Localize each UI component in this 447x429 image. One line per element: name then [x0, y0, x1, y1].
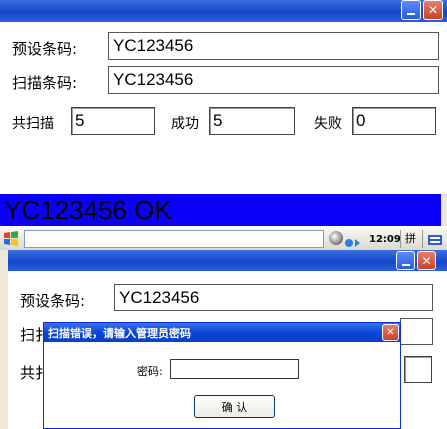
status-banner: YC123456 OK: [0, 194, 441, 226]
bottom-scan-field[interactable]: [400, 318, 433, 345]
scan-barcode-label: 扫描条码:: [12, 74, 78, 92]
password-input[interactable]: [170, 359, 299, 379]
tray-divider: [400, 230, 401, 248]
top-window-titlebar: [0, 0, 447, 22]
fail-label: 失败: [314, 116, 342, 132]
bottom-fail-field: [404, 356, 432, 383]
tray-divider-2: [422, 230, 423, 248]
keyboard-icon[interactable]: [427, 232, 443, 246]
network-icon: [329, 231, 343, 245]
windows-flag-icon[interactable]: [3, 231, 19, 246]
minimize-button[interactable]: [401, 0, 421, 20]
preset-barcode-field[interactable]: YC123456: [108, 32, 439, 60]
connection-icon: [345, 233, 361, 247]
clock: 12:09: [369, 233, 401, 245]
dialog-close-button[interactable]: ✕: [382, 324, 399, 341]
close-button[interactable]: ✕: [423, 0, 443, 20]
bottom-preset-label: 预设条码:: [20, 292, 86, 310]
ime-indicator[interactable]: 拼: [405, 231, 416, 245]
bottom-minimize-button[interactable]: [396, 251, 415, 270]
total-scanned-label: 共扫描: [12, 116, 54, 132]
dialog-title: 扫描错误，请输入管理员密码: [48, 326, 191, 340]
bottom-preset-field[interactable]: YC123456: [114, 284, 433, 311]
success-label: 成功: [171, 116, 199, 132]
total-scanned-value: 5: [71, 107, 155, 135]
password-label: 密码:: [137, 365, 163, 378]
bottom-window-titlebar: [8, 250, 447, 271]
dialog-titlebar: 扫描错误，请输入管理员密码: [44, 323, 400, 342]
bottom-close-button[interactable]: ✕: [417, 251, 436, 270]
taskbar-input-box[interactable]: [24, 230, 324, 248]
fail-value: 0: [352, 107, 436, 135]
success-value: 5: [209, 107, 295, 135]
preset-barcode-label: 预设条码:: [12, 40, 78, 58]
confirm-button[interactable]: 确 认: [194, 395, 275, 418]
scan-barcode-field[interactable]: YC123456: [108, 66, 439, 94]
